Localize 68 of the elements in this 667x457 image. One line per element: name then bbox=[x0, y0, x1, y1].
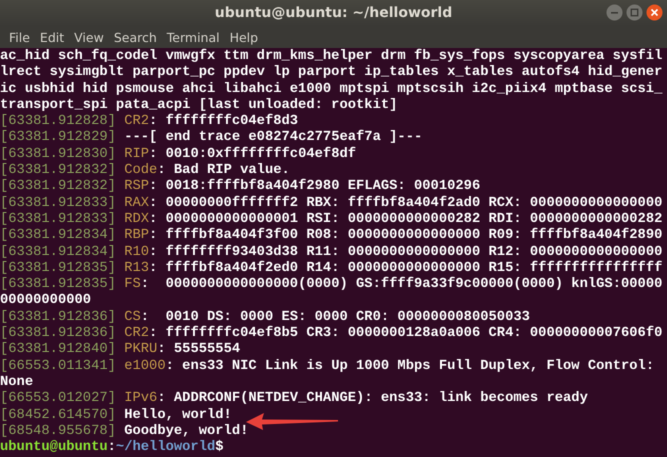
log-source: R10 bbox=[124, 244, 150, 260]
log-timestamp: [63381.912833] bbox=[0, 212, 116, 227]
log-timestamp: [63381.912836] bbox=[0, 310, 116, 325]
log-message: : 0000000000000001 RSI: 0000000000000282 RDI: 0000000000000282 bbox=[149, 212, 662, 227]
log-message: : ffffbf8a404f2ed0 R14: 0000000000000000 R15: ffffffffffffffff bbox=[149, 260, 662, 276]
log-timestamp: [63381.912829] bbox=[0, 130, 116, 146]
log-message: : 0000000000000000(0000) GS:ffff9a33f9c00000(0000) knlGS:00000 bbox=[140, 277, 662, 292]
menu-item[interactable]: Help bbox=[224, 30, 264, 44]
prompt-path: ~/helloworld bbox=[116, 440, 216, 456]
log-timestamp: [63381.912836] bbox=[0, 326, 116, 342]
log-message: ---[ end trace e08274c2775eaf7a ]--- bbox=[124, 130, 422, 146]
log-timestamp: [63381.912834] bbox=[0, 244, 116, 260]
prompt-symbol: $ bbox=[215, 440, 224, 456]
output-text: ic usbhid hid psmouse ahci libahci e1000 mptspi mptscsih i2c_piix4 mptbase scsi_ bbox=[0, 82, 662, 97]
log-timestamp: [63381.912830] bbox=[0, 146, 116, 162]
output-text: lrect sysimgblt parport_pc ppdev lp parport ip_tables x_tables autofs4 hid_gener bbox=[0, 65, 662, 80]
output-text: transport_spi pata_acpi [last unloaded: rootkit] bbox=[0, 98, 398, 113]
menu-item[interactable]: Edit bbox=[34, 30, 70, 44]
prompt-separator: : bbox=[108, 440, 116, 456]
log-source: PKRU bbox=[124, 342, 158, 358]
log-message: : 0018:ffffbf8a404f2980 EFLAGS: 00010296 bbox=[149, 179, 480, 194]
log-source: IPv6 bbox=[124, 391, 158, 406]
log-message: : 00000000fffffff2 RBX: ffffbf8a404f2ad0 RCX: 0000000000000000 bbox=[149, 196, 662, 211]
log-source: CR2 bbox=[124, 114, 150, 130]
output-text: None bbox=[0, 374, 34, 390]
log-source: R13 bbox=[124, 260, 150, 276]
log-timestamp: [68548.955678] bbox=[0, 424, 116, 439]
log-source: RAX bbox=[124, 196, 150, 211]
log-timestamp: [68452.614570] bbox=[0, 408, 116, 423]
log-source: CR2 bbox=[124, 326, 150, 342]
log-timestamp: [63381.912840] bbox=[0, 342, 116, 358]
log-message: : ens33 NIC Link is Up 1000 Mbps Full Duplex, Flow Control: bbox=[166, 358, 654, 374]
log-timestamp: [66553.012027] bbox=[0, 391, 116, 406]
log-timestamp: [63381.912835] bbox=[0, 277, 116, 292]
log-message: : ffffffffc04ef8b5 CR3: 0000000128a0a006 CR4: 00000000007606f0 bbox=[149, 326, 662, 342]
log-message: : 0010 DS: 0000 ES: 0000 CR0: 0000000080050033 bbox=[140, 310, 530, 325]
log-message: : 0010:0xffffffffc04ef8df bbox=[149, 146, 356, 162]
log-timestamp: [66553.011341] bbox=[0, 358, 116, 374]
log-timestamp: [63381.912832] bbox=[0, 179, 116, 194]
log-source: Code bbox=[124, 163, 158, 178]
menu-item[interactable]: Search bbox=[108, 30, 162, 44]
window-title: ubuntu@ubuntu: ~/helloworld bbox=[214, 5, 452, 21]
output-text: 00000000000 bbox=[0, 293, 92, 308]
log-timestamp: [63381.912833] bbox=[0, 196, 116, 211]
log-message: Goodbye, world! bbox=[124, 424, 248, 439]
log-source: CS bbox=[124, 310, 141, 325]
log-timestamp: [63381.912832] bbox=[0, 163, 116, 178]
log-message: : ffffffff93403d38 R11: 0000000000000000 R12: 0000000000000000 bbox=[149, 244, 662, 260]
menu-item[interactable]: File bbox=[4, 30, 35, 44]
log-timestamp: [63381.912828] bbox=[0, 114, 116, 130]
log-message: : 55555554 bbox=[157, 342, 240, 358]
prompt-user: ubuntu@ubuntu bbox=[0, 440, 108, 456]
log-timestamp: [63381.912835] bbox=[0, 260, 116, 276]
log-source: RSP bbox=[124, 179, 150, 194]
log-source: FS bbox=[124, 277, 141, 292]
log-source: RIP bbox=[124, 146, 150, 162]
menu-item[interactable]: View bbox=[69, 30, 109, 44]
log-message: : Bad RIP value. bbox=[157, 163, 290, 178]
log-source: RBP bbox=[124, 228, 150, 244]
log-message: : ffffffffc04ef8d3 bbox=[149, 114, 298, 130]
log-message: : ADDRCONF(NETDEV_CHANGE): ens33: link becomes ready bbox=[157, 391, 588, 406]
log-message: : ffffbf8a404f3f00 R08: 0000000000000000 R09: ffffbf8a404f2890 bbox=[149, 228, 662, 244]
menu-item[interactable]: Terminal bbox=[162, 30, 225, 44]
output-text: ac_hid sch_fq_codel vmwgfx ttm drm_kms_helper drm fb_sys_fops syscopyarea sysfil bbox=[0, 49, 662, 64]
log-source: e1000 bbox=[124, 358, 166, 374]
log-source: RDX bbox=[124, 212, 150, 227]
log-message: Hello, world! bbox=[124, 408, 232, 423]
log-timestamp: [63381.912834] bbox=[0, 228, 116, 244]
